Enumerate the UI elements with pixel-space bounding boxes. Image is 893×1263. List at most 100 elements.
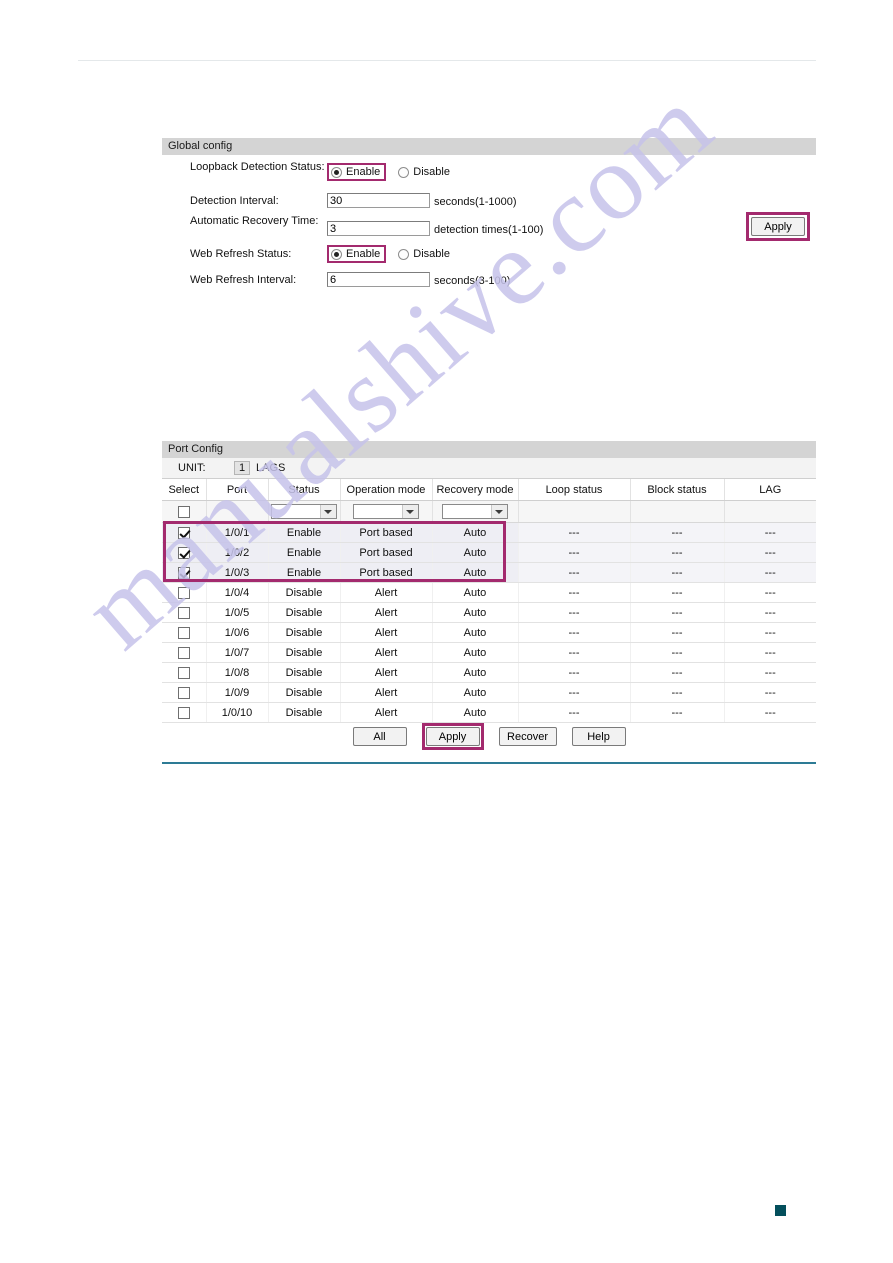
row-recovery-mode-cell: Auto [432,622,519,643]
all-button[interactable]: All [352,727,407,746]
row-lag-cell: --- [724,542,816,563]
web-refresh-enable-label: Enable [346,248,381,260]
help-button[interactable]: Help [571,727,626,746]
checkbox-unchecked-icon[interactable] [177,686,190,699]
checkbox-unchecked-icon[interactable] [177,626,190,639]
row-loop-status-cell: --- [518,562,631,583]
unit-label: UNIT: [178,462,206,474]
radio-off-icon[interactable] [398,166,410,178]
chevron-down-icon[interactable] [491,505,507,518]
loopback-status-enable-label: Enable [346,166,381,178]
port-apply-button[interactable]: Apply [425,727,480,746]
row-select-cell[interactable] [162,582,207,603]
row-port-cell: 1/0/8 [206,662,269,683]
row-loop-status-cell: --- [518,702,631,723]
chevron-down-icon[interactable] [402,505,418,518]
port-config-button-bar: All Apply Recover Help [162,723,816,757]
detection-interval-suffix: seconds(1-1000) [434,196,517,208]
lags-tab[interactable]: LAGS [256,462,285,474]
loopback-detection-status-radio-group[interactable]: Enable Disable [327,163,454,181]
automatic-recovery-time-input[interactable] [327,221,430,236]
checkbox-checked-icon[interactable] [177,566,190,579]
row-lag-cell: --- [724,562,816,583]
row-block-status-cell: --- [630,702,725,723]
row-select-cell[interactable] [162,702,207,723]
web-refresh-enable-radio-wrap[interactable]: Enable [327,245,387,263]
row-operation-mode-cell: Alert [340,662,433,683]
column-header-lag: LAG [724,479,816,501]
table-row: 1/0/1 Enable Port based Auto --- --- --- [162,522,816,543]
table-row: 1/0/5 Disable Alert Auto --- --- --- [162,602,816,623]
row-operation-mode-cell: Port based [340,562,433,583]
row-select-cell[interactable] [162,642,207,663]
web-refresh-status-row: Web Refresh Status: Enable Disable [162,245,816,267]
radio-off-icon[interactable] [398,248,410,260]
table-row: 1/0/7 Disable Alert Auto --- --- --- [162,642,816,663]
column-header-recovery-mode: Recovery mode [432,479,519,501]
checkbox-unchecked-icon[interactable] [177,646,190,659]
port-config-table: Select Port Status Operation mode Recove… [162,479,816,723]
row-select-cell[interactable] [162,662,207,683]
bulk-recovery-mode-cell[interactable] [432,500,519,523]
row-lag-cell: --- [724,622,816,643]
row-operation-mode-cell: Alert [340,582,433,603]
detection-interval-input[interactable] [327,193,430,208]
row-port-cell: 1/0/1 [206,522,269,543]
web-refresh-interval-input[interactable] [327,272,430,287]
row-loop-status-cell: --- [518,682,631,703]
select-all-checkbox[interactable] [177,505,190,518]
row-port-cell: 1/0/7 [206,642,269,663]
row-recovery-mode-cell: Auto [432,562,519,583]
recover-button[interactable]: Recover [498,727,557,746]
row-select-cell[interactable] [162,622,207,643]
loopback-detection-status-row: Loopback Detection Status: Enable Disabl… [162,161,816,187]
row-select-cell[interactable] [162,522,207,543]
checkbox-unchecked-icon[interactable] [177,606,190,619]
loopback-status-enable-radio-wrap[interactable]: Enable [327,163,387,181]
row-operation-mode-cell: Alert [340,642,433,663]
table-row: 1/0/10 Disable Alert Auto --- --- --- [162,702,816,723]
operation-mode-dropdown[interactable] [353,504,419,519]
row-recovery-mode-cell: Auto [432,642,519,663]
bulk-edit-row [162,500,816,523]
checkbox-checked-icon[interactable] [177,526,190,539]
row-port-cell: 1/0/6 [206,622,269,643]
row-loop-status-cell: --- [518,542,631,563]
port-config-panel-header: Port Config [162,441,816,458]
status-dropdown[interactable] [271,504,337,519]
unit-selector-chip[interactable]: 1 [234,461,250,475]
loopback-status-disable-radio-wrap[interactable]: Disable [396,165,454,179]
port-table-header-row: Select Port Status Operation mode Recove… [162,479,816,501]
page-top-rule [78,60,816,61]
row-select-cell[interactable] [162,562,207,583]
checkbox-unchecked-icon[interactable] [177,586,190,599]
bulk-select-cell[interactable] [162,500,207,523]
checkbox-checked-icon[interactable] [177,546,190,559]
checkbox-unchecked-icon[interactable] [177,706,190,719]
section-bottom-rule [162,762,816,764]
chevron-down-icon[interactable] [320,505,336,518]
row-select-cell[interactable] [162,602,207,623]
checkbox-unchecked-icon[interactable] [177,666,190,679]
web-refresh-disable-radio-wrap[interactable]: Disable [396,247,454,261]
row-lag-cell: --- [724,642,816,663]
row-lag-cell: --- [724,602,816,623]
radio-on-icon[interactable] [331,166,342,178]
recovery-mode-dropdown[interactable] [442,504,508,519]
global-apply-button[interactable]: Apply [751,217,805,236]
port-apply-highlight: Apply [421,723,484,750]
table-row: 1/0/2 Enable Port based Auto --- --- --- [162,542,816,563]
global-apply-highlight: Apply [746,212,810,241]
radio-on-icon[interactable] [331,248,342,260]
row-select-cell[interactable] [162,682,207,703]
row-operation-mode-cell: Port based [340,522,433,543]
row-status-cell: Disable [268,602,341,623]
row-select-cell[interactable] [162,542,207,563]
bulk-operation-mode-cell[interactable] [340,500,433,523]
web-refresh-status-radio-group[interactable]: Enable Disable [327,245,454,263]
bulk-status-cell[interactable] [268,500,341,523]
automatic-recovery-time-row: Automatic Recovery Time: detection times… [162,215,816,241]
row-operation-mode-cell: Alert [340,702,433,723]
web-refresh-interval-label: Web Refresh Interval: [190,274,297,286]
row-operation-mode-cell: Alert [340,682,433,703]
